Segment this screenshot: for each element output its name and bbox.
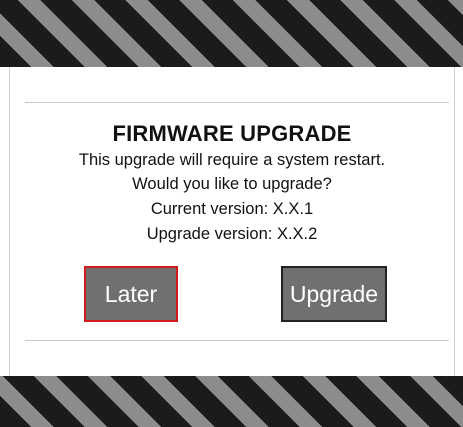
hazard-stripe-bottom xyxy=(0,376,463,427)
divider-bottom xyxy=(25,340,449,341)
upgrade-question-text: Would you like to upgrade? xyxy=(132,175,332,193)
upgrade-version-text: Upgrade version: X.X.2 xyxy=(146,225,318,243)
restart-warning-text: This upgrade will require a system resta… xyxy=(78,151,386,169)
later-button[interactable]: Later xyxy=(84,266,178,322)
hazard-stripe-top xyxy=(0,0,463,67)
dialog-title: FIRMWARE UPGRADE xyxy=(112,121,352,146)
divider-top xyxy=(25,102,449,103)
upgrade-button[interactable]: Upgrade xyxy=(281,266,387,322)
firmware-upgrade-dialog: FIRMWARE UPGRADE This upgrade will requi… xyxy=(9,67,455,376)
current-version-text: Current version: X.X.1 xyxy=(150,200,314,218)
